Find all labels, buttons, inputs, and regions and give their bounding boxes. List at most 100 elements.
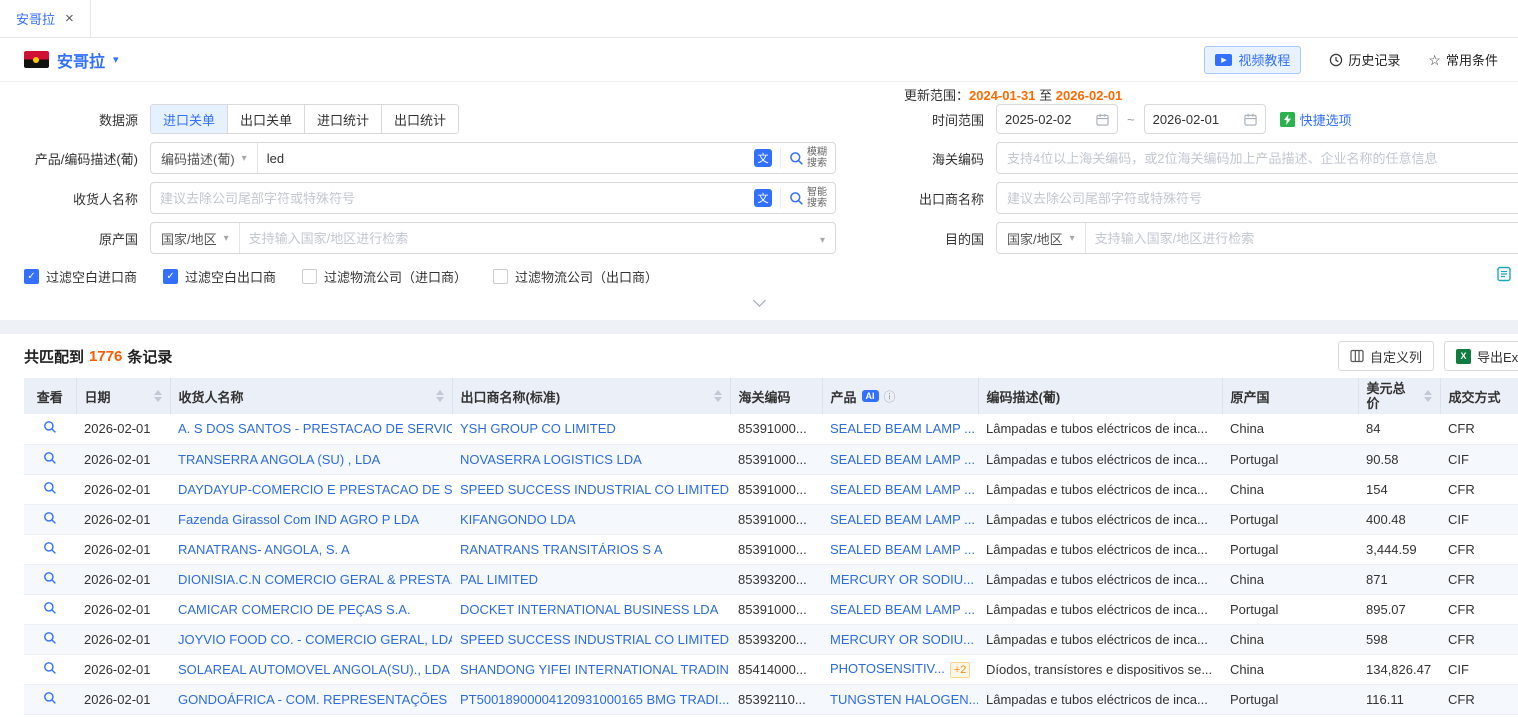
product-link[interactable]: SEALED BEAM LAMP ... xyxy=(830,512,975,527)
consignee-link[interactable]: Fazenda Girassol Com IND AGRO P LDA xyxy=(170,504,452,534)
video-tutorial-button[interactable]: ▶ 视频教程 xyxy=(1204,46,1301,74)
product-link[interactable]: MERCURY OR SODIU... xyxy=(830,572,974,587)
sort-icon[interactable] xyxy=(154,390,162,402)
checkbox-filter-logistics-importer[interactable]: 过滤物流公司（进口商） xyxy=(302,267,467,286)
more-products-badge[interactable]: +2 xyxy=(950,662,971,678)
cell-hs-code: 85393200... xyxy=(730,624,822,654)
consignee-link[interactable]: CAMICAR COMERCIO DE PEÇAS S.A. xyxy=(170,594,452,624)
consignee-link[interactable]: DAYDAYUP-COMERCIO E PRESTACAO DE S... xyxy=(170,474,452,504)
exporter-link[interactable]: SPEED SUCCESS INDUSTRIAL CO LIMITED xyxy=(452,474,730,504)
product-link[interactable]: SEALED BEAM LAMP ... xyxy=(830,542,975,557)
end-date-input[interactable]: 2026-02-01 xyxy=(1144,104,1266,134)
hs-code-input[interactable] xyxy=(996,142,1518,174)
origin-region-select[interactable]: 国家/地区▾ xyxy=(151,223,240,253)
exporter-link[interactable]: RANATRANS TRANSITÁRIOS S A xyxy=(452,534,730,564)
table-row: 2026-02-01 A. S DOS SANTOS - PRESTACAO D… xyxy=(24,414,1518,444)
view-record-icon[interactable] xyxy=(43,691,57,705)
history-label: 历史记录 xyxy=(1348,50,1400,69)
tab-label: 安哥拉 xyxy=(16,9,55,28)
destination-region-select[interactable]: 国家/地区▾ xyxy=(997,223,1086,253)
date-separator: ~ xyxy=(1127,112,1135,127)
checkbox-checked-icon: ✓ xyxy=(24,269,39,284)
translate-icon[interactable]: 文 xyxy=(754,149,772,167)
quick-options-button[interactable]: 快捷选项 xyxy=(1280,110,1352,129)
smart-search-button[interactable]: 智能搜索 xyxy=(780,188,827,209)
cell-usd-total: 400.48 xyxy=(1358,504,1440,534)
product-link[interactable]: TUNGSTEN HALOGEN... xyxy=(830,692,978,707)
cell-incoterm: CFR xyxy=(1440,564,1518,594)
start-date-input[interactable]: 2025-02-02 xyxy=(996,104,1118,134)
exporter-link[interactable]: NOVASERRA LOGISTICS LDA xyxy=(452,444,730,474)
table-row: 2026-02-01 CAMICAR COMERCIO DE PEÇAS S.A… xyxy=(24,594,1518,624)
sort-icon[interactable] xyxy=(1424,390,1432,402)
view-record-icon[interactable] xyxy=(43,511,57,525)
tab-import-declarations[interactable]: 进口关单 xyxy=(151,105,227,133)
origin-country-input[interactable] xyxy=(240,223,810,253)
customize-columns-button[interactable]: 自定义列 xyxy=(1338,341,1434,371)
exporter-link[interactable]: PT50018900004120931000165 BMG TRADI... xyxy=(452,684,730,714)
col-usd-total[interactable]: 美元总价 xyxy=(1358,378,1440,414)
product-label: 产品/编码描述(葡) xyxy=(24,149,150,168)
product-link[interactable]: SEALED BEAM LAMP ... xyxy=(830,452,975,467)
exporter-link[interactable]: YSH GROUP CO LIMITED xyxy=(452,414,730,444)
exporter-link[interactable]: PAL LIMITED xyxy=(452,564,730,594)
tab-export-declarations[interactable]: 出口关单 xyxy=(227,105,304,133)
translate-icon[interactable]: 文 xyxy=(754,189,772,207)
cell-usd-total: 84 xyxy=(1358,414,1440,444)
exporter-link[interactable]: DOCKET INTERNATIONAL BUSINESS LDA xyxy=(452,594,730,624)
consignee-link[interactable]: SOLAREAL AUTOMOVEL ANGOLA(SU)., LDA xyxy=(170,654,452,684)
tab-angola[interactable]: 安哥拉 × xyxy=(0,0,91,37)
product-link[interactable]: SEALED BEAM LAMP ... xyxy=(830,602,975,617)
view-record-icon[interactable] xyxy=(43,571,57,585)
export-excel-button[interactable]: X 导出Excel xyxy=(1444,341,1518,371)
product-link[interactable]: MERCURY OR SODIU... xyxy=(830,632,974,647)
product-link[interactable]: PHOTOSENSITIV... xyxy=(830,661,945,676)
view-record-icon[interactable] xyxy=(43,451,57,465)
view-record-icon[interactable] xyxy=(43,631,57,645)
consignee-link[interactable]: GONDOÁFRICA - COM. REPRESENTAÇÕES ... xyxy=(170,684,452,714)
close-icon[interactable]: × xyxy=(65,11,74,26)
chevron-down-icon[interactable]: ▾ xyxy=(113,53,119,66)
consignee-link[interactable]: A. S DOS SANTOS - PRESTACAO DE SERVIC... xyxy=(170,414,452,444)
product-link[interactable]: SEALED BEAM LAMP ... xyxy=(830,482,975,497)
consignee-link[interactable]: DIONISIA.C.N COMERCIO GERAL & PRESTA... xyxy=(170,564,452,594)
product-field-select[interactable]: 编码描述(葡)▾ xyxy=(151,143,258,173)
fuzzy-search-button[interactable]: 模糊搜索 xyxy=(780,148,827,169)
exporter-input[interactable] xyxy=(996,182,1518,214)
info-icon[interactable]: ⓘ xyxy=(884,388,896,405)
view-record-icon[interactable] xyxy=(43,541,57,555)
favorites-button[interactable]: ☆ 常用条件 xyxy=(1428,50,1498,69)
tab-strip: 安哥拉 × xyxy=(0,0,1518,38)
checkbox-filter-logistics-exporter[interactable]: 过滤物流公司（出口商） xyxy=(493,267,658,286)
consignee-input[interactable] xyxy=(151,183,754,213)
product-search-input[interactable] xyxy=(258,143,754,173)
consignee-link[interactable]: JOYVIO FOOD CO. - COMERCIO GERAL, LDA xyxy=(170,624,452,654)
cell-incoterm: CIF xyxy=(1440,504,1518,534)
save-scheme-icon[interactable] xyxy=(1496,266,1512,285)
view-record-icon[interactable] xyxy=(43,601,57,615)
destination-country-input[interactable] xyxy=(1086,223,1518,253)
sort-icon[interactable] xyxy=(714,390,722,402)
section-divider xyxy=(0,320,1518,334)
view-record-icon[interactable] xyxy=(43,661,57,675)
col-exporter[interactable]: 出口商名称(标准) xyxy=(452,378,730,414)
history-button[interactable]: 历史记录 xyxy=(1329,50,1400,69)
exporter-link[interactable]: SPEED SUCCESS INDUSTRIAL CO LIMITED xyxy=(452,624,730,654)
view-record-icon[interactable] xyxy=(43,481,57,495)
tab-export-statistics[interactable]: 出口统计 xyxy=(381,105,458,133)
col-date[interactable]: 日期 xyxy=(76,378,170,414)
col-consignee[interactable]: 收货人名称 xyxy=(170,378,452,414)
exporter-link[interactable]: KIFANGONDO LDA xyxy=(452,504,730,534)
consignee-link[interactable]: RANATRANS- ANGOLA, S. A xyxy=(170,534,452,564)
exporter-link[interactable]: SHANDONG YIFEI INTERNATIONAL TRADIN... xyxy=(452,654,730,684)
cell-hs-code: 85391000... xyxy=(730,414,822,444)
product-link[interactable]: SEALED BEAM LAMP ... xyxy=(830,421,975,436)
checkbox-filter-blank-exporter[interactable]: ✓ 过滤空白出口商 xyxy=(163,267,276,286)
checkbox-filter-blank-importer[interactable]: ✓ 过滤空白进口商 xyxy=(24,267,137,286)
collapse-filter-handle[interactable] xyxy=(0,296,1518,308)
consignee-link[interactable]: TRANSERRA ANGOLA (SU) , LDA xyxy=(170,444,452,474)
view-record-icon[interactable] xyxy=(43,420,57,434)
col-view: 查看 xyxy=(24,378,76,414)
tab-import-statistics[interactable]: 进口统计 xyxy=(304,105,381,133)
sort-icon[interactable] xyxy=(436,390,444,402)
